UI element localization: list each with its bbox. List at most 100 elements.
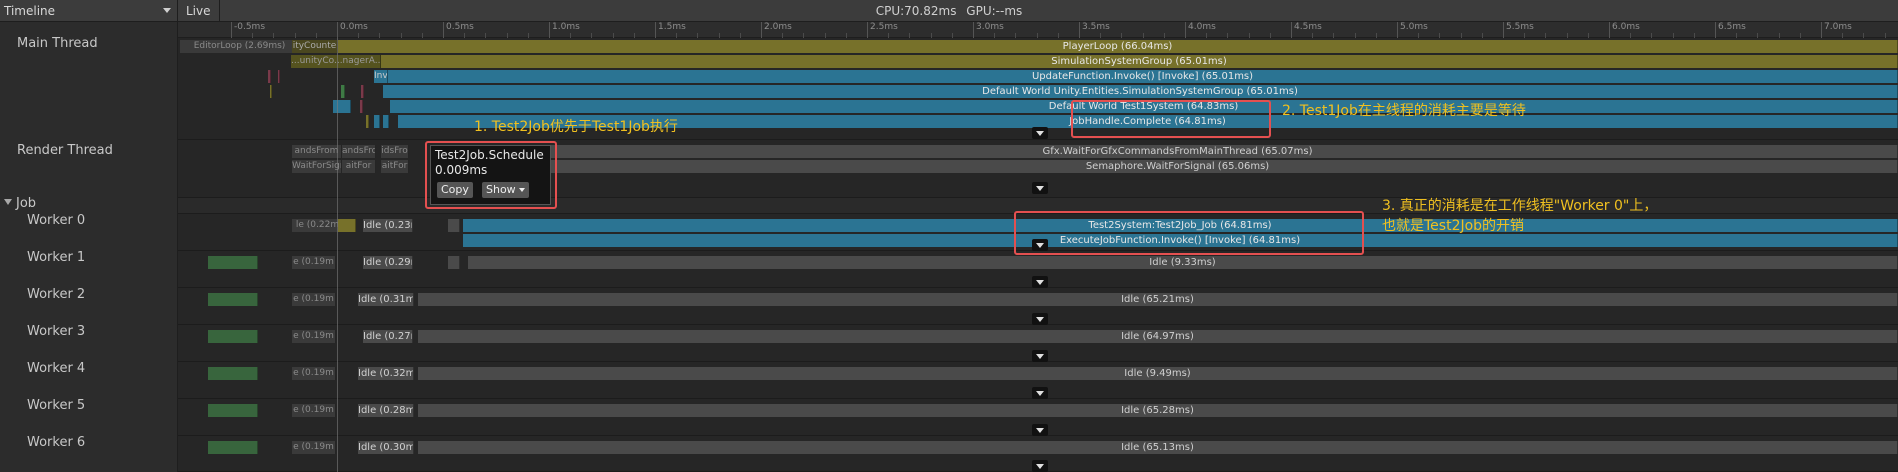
- frame-stats: CPU:70.82ms GPU:--ms: [0, 0, 1898, 22]
- main-thread-label[interactable]: Main Thread: [17, 36, 98, 51]
- expand-worker-4-icon[interactable]: [1032, 387, 1048, 399]
- counter-bar[interactable]: ityCounte: [292, 40, 338, 53]
- semaphore-wait-bar[interactable]: Semaphore.WaitForSignal (65.06ms): [458, 160, 1898, 173]
- execute-job-function-bar[interactable]: ExecuteJobFunction.Invoke() [Invoke] (64…: [463, 234, 1898, 247]
- time-ruler[interactable]: -0.5ms 0.0ms 0.5ms 1.0ms 1.5ms 2.0ms 2.5ms 3.0m…: [178, 22, 1898, 38]
- annotation-3-line-1: 3. 真正的消耗是在工作线程"Worker 0"上，: [1382, 198, 1658, 214]
- sample-sliver[interactable]: [374, 115, 380, 128]
- worker-3-label[interactable]: Worker 3: [27, 324, 85, 339]
- worker-2-idle-left[interactable]: e (0.19m: [292, 293, 336, 306]
- sample-sliver[interactable]: [333, 100, 351, 113]
- expand-worker-5-icon[interactable]: [1032, 424, 1048, 436]
- worker-5-idle-long[interactable]: Idle (65.28ms): [418, 404, 1898, 417]
- annotation-2: 2. Test1Job在主线程的消耗主要是等待: [1282, 103, 1526, 119]
- render-fragment-6[interactable]: aitFor: [381, 160, 409, 173]
- live-button[interactable]: Live: [178, 0, 220, 22]
- worker-3-jobs[interactable]: [208, 330, 258, 343]
- caret-down-icon: [4, 199, 12, 205]
- tooltip-sample-name: Test2Job.Schedule: [435, 148, 544, 162]
- sample-sliver[interactable]: [361, 85, 364, 98]
- worker-2-idle[interactable]: Idle (0.31ms): [358, 293, 414, 306]
- worker-6-idle-long[interactable]: Idle (65.13ms): [418, 441, 1898, 454]
- sample-sliver[interactable]: [278, 70, 280, 83]
- sample-sliver[interactable]: [268, 70, 271, 83]
- gpu-time: GPU:--ms: [966, 4, 1023, 18]
- sample-sliver[interactable]: [448, 256, 460, 269]
- render-fragment-4[interactable]: WaitForSignal: [292, 160, 342, 173]
- worker-4-jobs[interactable]: [208, 367, 258, 380]
- wait-gfx-commands-bar[interactable]: Gfx.WaitForGfxCommandsFromMainThread (65…: [458, 145, 1898, 158]
- player-loop-bar[interactable]: PlayerLoop (66.04ms): [338, 40, 1898, 53]
- worker-0-idle[interactable]: Idle (0.23m: [363, 219, 413, 232]
- expand-worker-1-icon[interactable]: [1032, 276, 1048, 288]
- sample-sliver[interactable]: [341, 85, 345, 98]
- worker-4-idle[interactable]: Idle (0.32ms): [358, 367, 414, 380]
- expand-main-icon[interactable]: [1032, 127, 1048, 139]
- worker-2-label[interactable]: Worker 2: [27, 287, 85, 302]
- simulation-group-bar[interactable]: SimulationSystemGroup (65.01ms): [381, 55, 1898, 68]
- test1-system-bar[interactable]: Default World Test1System (64.83ms): [390, 100, 1898, 113]
- expand-worker-0-icon[interactable]: [1032, 239, 1048, 251]
- invoke-fragment-bar[interactable]: Invoke: [374, 70, 388, 83]
- worker-1-idle[interactable]: Idle (0.29ms): [363, 256, 413, 269]
- editor-loop-bar[interactable]: EditorLoop (2.69ms): [180, 40, 300, 53]
- worker-5-idle-left[interactable]: e (0.19m: [292, 404, 336, 417]
- worker-3-idle-long[interactable]: Idle (64.97ms): [418, 330, 1898, 343]
- worker-6-idle-left[interactable]: e (0.19m: [292, 441, 336, 454]
- ruler-tick-label: 1.5ms: [655, 22, 686, 38]
- update-function-bar[interactable]: UpdateFunction.Invoke() [Invoke] (65.01m…: [388, 70, 1898, 83]
- ruler-tick-label: 4.0ms: [1185, 22, 1216, 38]
- copy-button[interactable]: Copy: [437, 182, 473, 198]
- worker-3-idle-left[interactable]: e (0.19m: [292, 330, 336, 343]
- worker-0-label[interactable]: Worker 0: [27, 213, 85, 228]
- tooltip-duration: 0.009ms: [435, 163, 488, 177]
- ruler-tick-label: 3.5ms: [1079, 22, 1110, 38]
- expand-worker-3-icon[interactable]: [1032, 350, 1048, 362]
- worker-4-idle-long[interactable]: Idle (9.49ms): [418, 367, 1898, 380]
- view-mode-label: Timeline: [4, 4, 56, 18]
- worker-6-idle[interactable]: Idle (0.30ms): [358, 441, 414, 454]
- worker-6-jobs[interactable]: [208, 441, 258, 454]
- cpu-time: CPU:70.82ms: [875, 4, 957, 18]
- show-dropdown-button[interactable]: Show: [482, 182, 529, 198]
- worker-5-idle[interactable]: Idle (0.28ms): [358, 404, 414, 417]
- test2-job-bar[interactable]: Test2System:Test2Job_Job (64.81ms): [463, 219, 1898, 232]
- render-fragment-1[interactable]: andsFrom: [292, 145, 342, 158]
- ruler-tick-label: 0.5ms: [443, 22, 474, 38]
- render-fragment-3[interactable]: idsFro: [381, 145, 409, 158]
- ruler-tick-label: 6.5ms: [1715, 22, 1746, 38]
- job-group-toggle[interactable]: Job: [4, 196, 36, 211]
- ruler-tick-label: 7.0ms: [1821, 22, 1852, 38]
- worker-2-idle-long[interactable]: Idle (65.21ms): [418, 293, 1898, 306]
- sample-sliver[interactable]: [338, 219, 356, 232]
- worker-4-idle-left[interactable]: e (0.19m: [292, 367, 336, 380]
- expand-render-icon[interactable]: [1032, 182, 1048, 194]
- worker-4-label[interactable]: Worker 4: [27, 361, 85, 376]
- ruler-tick-label: 5.0ms: [1397, 22, 1428, 38]
- worker-1-idle-left[interactable]: e (0.19m: [292, 256, 336, 269]
- worker-5-jobs[interactable]: [208, 404, 258, 417]
- annotation-1: 1. Test2Job优先于Test1Job执行: [474, 119, 678, 135]
- render-fragment-5[interactable]: aitFor: [342, 160, 376, 173]
- expand-worker-2-icon[interactable]: [1032, 313, 1048, 325]
- default-world-bar[interactable]: Default World Unity.Entities.SimulationS…: [383, 85, 1898, 98]
- worker-5-label[interactable]: Worker 5: [27, 398, 85, 413]
- sample-sliver[interactable]: [383, 115, 389, 128]
- worker-1-idle-long[interactable]: Idle (9.33ms): [468, 256, 1898, 269]
- worker-1-jobs[interactable]: [208, 256, 258, 269]
- ruler-tick-label: 3.0ms: [973, 22, 1004, 38]
- expand-worker-6-icon[interactable]: [1032, 460, 1048, 472]
- worker-1-label[interactable]: Worker 1: [27, 250, 85, 265]
- manager-fragment-bar[interactable]: ...unityCo...nagerA...stem(: [291, 55, 381, 68]
- worker-2-jobs[interactable]: [208, 293, 258, 306]
- worker-3-idle[interactable]: Idle (0.27ms: [363, 330, 413, 343]
- sample-sliver[interactable]: [366, 115, 369, 128]
- render-thread-label[interactable]: Render Thread: [17, 143, 113, 158]
- worker-6-label[interactable]: Worker 6: [27, 435, 85, 450]
- sample-sliver[interactable]: [270, 85, 272, 98]
- view-mode-dropdown[interactable]: Timeline: [0, 0, 178, 22]
- sample-sliver[interactable]: [360, 100, 363, 113]
- sample-sliver[interactable]: [448, 219, 460, 232]
- timeline-tracks[interactable]: EditorLoop (2.69ms) ityCounte PlayerLoop…: [178, 38, 1898, 472]
- render-fragment-2[interactable]: andsFro: [342, 145, 376, 158]
